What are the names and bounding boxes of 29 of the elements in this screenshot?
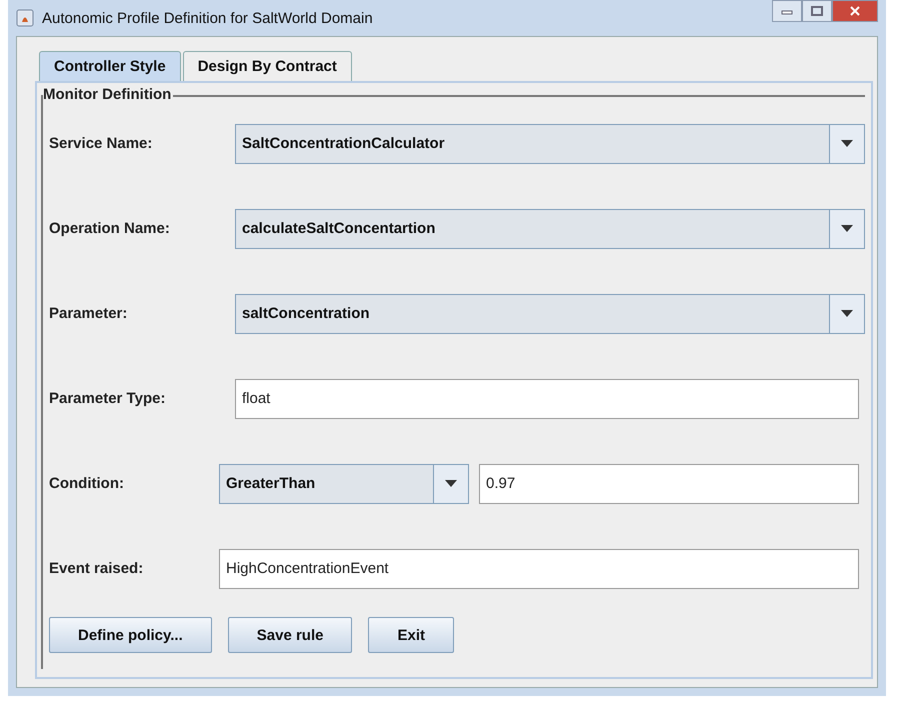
tab[interactable]: Design By Contract bbox=[182, 51, 352, 81]
app-icon bbox=[16, 9, 34, 27]
caret-icon bbox=[841, 225, 853, 232]
dropdown[interactable]: GreaterThan bbox=[219, 464, 469, 504]
input-field[interactable]: float bbox=[235, 378, 859, 418]
close-icon bbox=[849, 6, 861, 16]
maximize-button[interactable] bbox=[802, 0, 832, 22]
field-label: Parameter: bbox=[49, 305, 128, 322]
input-field[interactable]: HighConcentrationEvent bbox=[219, 548, 859, 588]
caret-icon bbox=[841, 140, 853, 147]
dropdown[interactable]: saltConcentration bbox=[235, 294, 865, 334]
caret-icon bbox=[445, 480, 457, 487]
tab[interactable]: Controller Style bbox=[39, 51, 181, 81]
input-field[interactable]: 0.97 bbox=[479, 464, 859, 504]
caret-icon bbox=[841, 310, 853, 317]
field-label: Condition: bbox=[49, 475, 125, 492]
minimize-button[interactable] bbox=[772, 0, 802, 22]
push-button[interactable]: Exit bbox=[368, 617, 454, 653]
dropdown[interactable]: SaltConcentrationCalculator bbox=[235, 124, 865, 164]
push-button[interactable]: Save rule bbox=[228, 617, 352, 653]
window-title: Autonomic Profile Definition for SaltWorld Domain bbox=[42, 10, 373, 26]
field-label: Operation Name: bbox=[49, 220, 171, 237]
push-button[interactable]: Define policy... bbox=[49, 617, 212, 653]
close-button[interactable] bbox=[832, 0, 878, 22]
field-label: Service Name: bbox=[49, 135, 154, 152]
field-label: Parameter Type: bbox=[49, 390, 166, 407]
field-label: Event raised: bbox=[49, 560, 144, 577]
maximize-icon bbox=[811, 6, 823, 16]
dropdown[interactable]: calculateSaltConcentartion bbox=[235, 208, 865, 248]
